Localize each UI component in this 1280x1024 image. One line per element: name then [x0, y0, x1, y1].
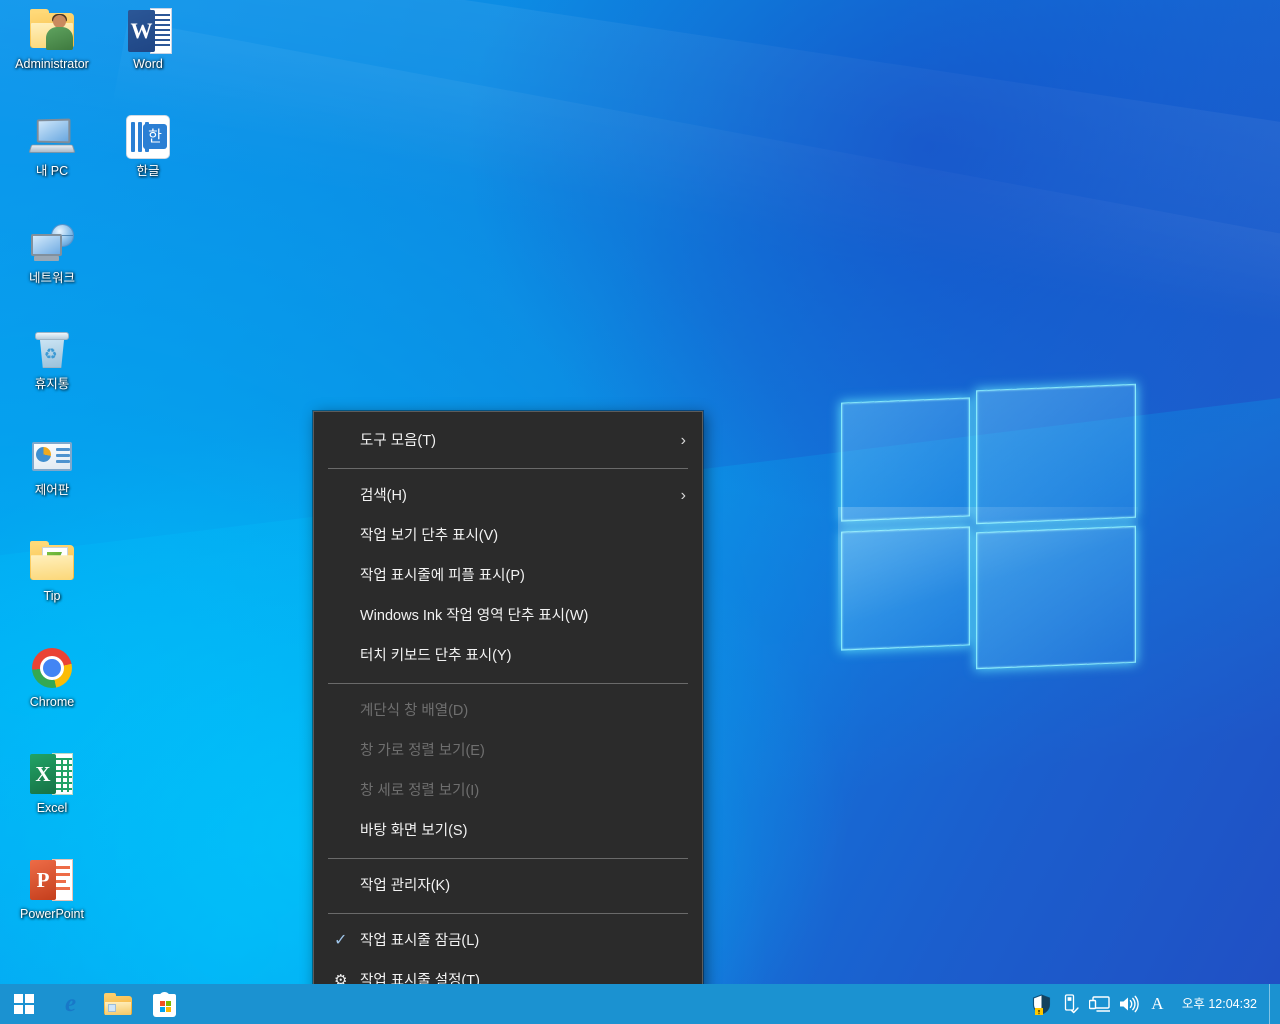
security-shield-icon[interactable] — [1027, 984, 1056, 1024]
microsoft-store-button[interactable] — [141, 984, 188, 1024]
desktop-icon-label: 내 PC — [35, 164, 69, 178]
folder-icon — [103, 992, 132, 1016]
chrome-icon — [28, 644, 76, 692]
menu-item-show-task-view-button[interactable]: 작업 보기 단추 표시(V) — [314, 516, 702, 556]
user-folder-icon — [28, 6, 76, 54]
desktop-icon-label: Tip — [43, 589, 61, 603]
taskbar-clock[interactable]: 오후 12:04:32 — [1172, 984, 1269, 1024]
desktop-icon-hangul[interactable]: 한 한글 — [100, 113, 196, 179]
desktop-icon-tip[interactable]: Tip — [4, 538, 100, 604]
menu-item-label: 바탕 화면 보기(S) — [360, 823, 468, 839]
menu-item-cascade-windows: 계단식 창 배열(D) — [314, 691, 702, 731]
menu-item-label: 작업 표시줄 잠금(L) — [360, 933, 480, 949]
menu-item-show-windows-side-by-side: 창 세로 정렬 보기(I) — [314, 771, 702, 811]
menu-item-label: 터치 키보드 단추 표시(Y) — [360, 648, 512, 664]
ime-indicator[interactable]: A — [1143, 984, 1172, 1024]
usb-eject-icon[interactable] — [1056, 984, 1085, 1024]
desktop-icon-network[interactable]: 네트워크 — [4, 220, 100, 286]
desktop-icon-excel[interactable]: X Excel — [4, 750, 100, 816]
desktop-icon-recycle-bin[interactable]: ♻ 휴지통 — [4, 326, 100, 392]
windows-logo-pane — [841, 526, 970, 651]
windows-logo-pane — [976, 525, 1136, 670]
powerpoint-icon: P — [28, 856, 76, 904]
desktop-icon-label: 제어판 — [34, 483, 70, 497]
menu-item-label: 도구 모음(T) — [360, 433, 436, 449]
menu-item-label: 창 세로 정렬 보기(I) — [360, 783, 480, 799]
menu-item-label: 작업 관리자(K) — [360, 878, 451, 894]
menu-item-show-the-desktop[interactable]: 바탕 화면 보기(S) — [314, 811, 702, 851]
recycle-bin-icon: ♻ — [28, 326, 76, 374]
desktop-icon-label: Excel — [36, 801, 68, 815]
file-explorer-button[interactable] — [94, 984, 141, 1024]
menu-item-show-windows-stacked: 창 가로 정렬 보기(E) — [314, 731, 702, 771]
windows-logo-pane — [976, 383, 1136, 525]
taskbar-pinned-area: e — [0, 984, 188, 1024]
taskbar: e A 오후 12:04:32 — [0, 984, 1280, 1024]
menu-item-task-manager[interactable]: 작업 관리자(K) — [314, 866, 702, 906]
my-pc-icon — [28, 113, 76, 161]
desktop-icon-my-pc[interactable]: 내 PC — [4, 113, 100, 179]
windows-logo-wallpaper — [838, 357, 1138, 670]
edge-icon: e — [64, 990, 77, 1017]
network-icon[interactable] — [1085, 984, 1114, 1024]
edge-button[interactable]: e — [47, 984, 94, 1024]
desktop-icon-chrome[interactable]: Chrome — [4, 644, 100, 710]
excel-icon: X — [28, 750, 76, 798]
desktop-icon-powerpoint[interactable]: P PowerPoint — [4, 856, 100, 922]
ime-label: A — [1151, 994, 1164, 1013]
menu-separator — [328, 858, 688, 859]
menu-item-label: Windows Ink 작업 영역 단추 표시(W) — [360, 608, 589, 624]
control-panel-icon — [28, 432, 76, 480]
menu-item-show-people-on-taskbar[interactable]: 작업 표시줄에 피플 표시(P) — [314, 556, 702, 596]
show-desktop-button[interactable] — [1269, 984, 1276, 1024]
menu-separator — [328, 468, 688, 469]
volume-icon[interactable] — [1114, 984, 1143, 1024]
desktop-icon-label: 한글 — [136, 164, 160, 178]
taskbar-context-menu: 도구 모음(T) › 검색(H) › 작업 보기 단추 표시(V) 작업 표시줄… — [313, 411, 703, 998]
windows-start-icon — [13, 994, 34, 1014]
desktop-icon-label: Word — [133, 57, 163, 71]
store-bag-icon — [152, 991, 177, 1017]
network-icon — [28, 220, 76, 268]
desktop-icon-label: 네트워크 — [28, 271, 75, 285]
menu-item-label: 검색(H) — [360, 488, 407, 504]
menu-item-show-touch-keyboard-button[interactable]: 터치 키보드 단추 표시(Y) — [314, 636, 702, 676]
clock-text: 오후 12:04:32 — [1181, 997, 1257, 1011]
desktop-icon-control-panel[interactable]: 제어판 — [4, 432, 100, 498]
menu-separator — [328, 683, 688, 684]
windows-logo-pane — [841, 397, 970, 522]
word-icon: W — [124, 6, 172, 54]
menu-item-label: 계단식 창 배열(D) — [360, 703, 469, 719]
desktop-icon-label: PowerPoint — [20, 907, 84, 921]
chevron-right-icon: › — [680, 432, 686, 449]
desktop-icon-administrator[interactable]: Administrator — [4, 6, 100, 72]
menu-item-label: 작업 표시줄에 피플 표시(P) — [360, 568, 525, 584]
system-tray: A 오후 12:04:32 — [1027, 984, 1280, 1024]
menu-item-search[interactable]: 검색(H) › — [314, 476, 702, 516]
menu-item-toolbars[interactable]: 도구 모음(T) › — [314, 421, 702, 461]
desktop-icon-label: Administrator — [15, 57, 89, 71]
desktop-icon-label: Chrome — [29, 695, 75, 709]
hangul-icon: 한 — [124, 113, 172, 161]
menu-item-label: 작업 보기 단추 표시(V) — [360, 528, 499, 544]
menu-item-lock-the-taskbar[interactable]: ✓ 작업 표시줄 잠금(L) — [314, 921, 702, 961]
start-button[interactable] — [0, 984, 47, 1024]
tip-folder-icon — [28, 538, 76, 586]
menu-item-label: 창 가로 정렬 보기(E) — [360, 743, 485, 759]
chevron-right-icon: › — [680, 487, 686, 504]
desktop-icon-label: 휴지통 — [34, 377, 70, 391]
menu-separator — [328, 913, 688, 914]
checkmark-icon: ✓ — [334, 932, 348, 949]
desktop-icon-word[interactable]: W Word — [100, 6, 196, 72]
menu-item-show-windows-ink-workspace-button[interactable]: Windows Ink 작업 영역 단추 표시(W) — [314, 596, 702, 636]
